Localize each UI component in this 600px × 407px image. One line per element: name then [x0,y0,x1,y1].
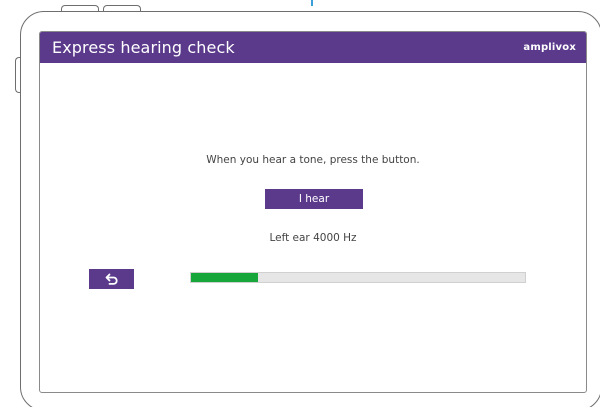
test-progress-bar [190,272,526,283]
undo-arrow-icon [105,273,118,285]
brand-logo: amplivox [523,42,576,53]
test-progress-fill [191,273,258,282]
stage: Express hearing check amplivox When you … [0,0,600,407]
i-hear-button[interactable]: I hear [265,189,363,209]
cable-indicator [311,0,313,6]
instruction-text: When you hear a tone, press the button. [206,154,420,166]
page-title: Express hearing check [52,38,235,57]
app-screen: Express hearing check amplivox When you … [39,31,587,393]
ear-frequency-label: Left ear 4000 Hz [269,232,357,244]
back-button[interactable] [89,269,134,289]
app-header: Express hearing check amplivox [40,32,586,63]
